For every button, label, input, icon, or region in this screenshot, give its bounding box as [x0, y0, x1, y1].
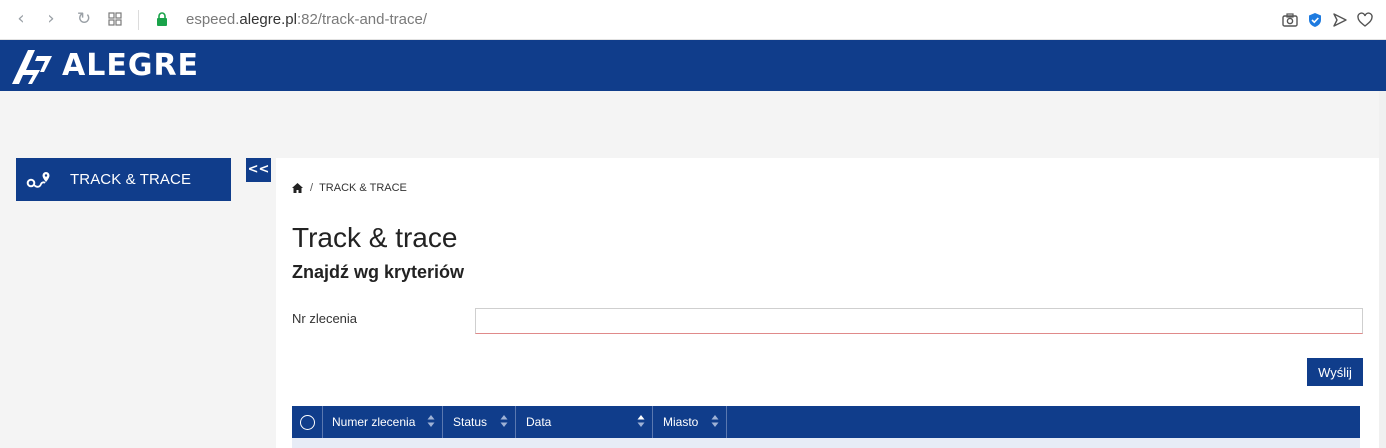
- url-prefix: espeed.: [186, 11, 240, 28]
- sort-icon: [711, 415, 719, 427]
- page-scrollbar[interactable]: [1379, 91, 1386, 448]
- forward-icon[interactable]: ›: [40, 8, 62, 30]
- home-icon[interactable]: [292, 183, 303, 193]
- address-bar[interactable]: espeed.alegre.pl:82/track-and-trace/: [186, 11, 427, 28]
- app-header: ALEGRE: [0, 40, 1386, 91]
- url-domain: alegre.pl: [239, 11, 297, 28]
- select-all-radio[interactable]: [299, 414, 315, 430]
- reload-icon[interactable]: ↻: [73, 8, 95, 30]
- route-icon: [26, 171, 50, 188]
- sidebar-item-track-and-trace[interactable]: TRACK & TRACE: [16, 158, 231, 201]
- send-icon[interactable]: [1330, 10, 1350, 30]
- breadcrumb-current: TRACK & TRACE: [319, 182, 407, 194]
- submit-button[interactable]: Wyślij: [1307, 358, 1363, 386]
- sort-icon: [427, 415, 435, 427]
- breadcrumb: / TRACK & TRACE: [292, 182, 407, 194]
- lock-icon[interactable]: [156, 12, 168, 27]
- breadcrumb-separator: /: [310, 182, 314, 194]
- logo-text: ALEGRE: [62, 48, 200, 83]
- back-icon[interactable]: ‹: [10, 8, 32, 30]
- main-panel: / TRACK & TRACE Track & trace Znajdź wg …: [276, 158, 1379, 448]
- alegre-logo[interactable]: ALEGRE: [10, 46, 199, 86]
- column-header-order-number[interactable]: Numer zlecenia: [323, 406, 443, 438]
- order-number-input[interactable]: [475, 308, 1363, 334]
- select-all-column[interactable]: [292, 406, 323, 438]
- sort-icon: [500, 415, 508, 427]
- results-table-header: Numer zlecenia Status Data Miasto: [292, 406, 1360, 438]
- column-header-status[interactable]: Status: [443, 406, 516, 438]
- logo-mark-icon: [12, 50, 52, 84]
- column-header-label: Numer zlecenia: [332, 415, 416, 429]
- page-subtitle: Znajdź wg kryteriów: [292, 262, 465, 282]
- column-header-date[interactable]: Data: [516, 406, 653, 438]
- page-title: Track & trace: [292, 222, 458, 253]
- speed-dial-icon[interactable]: [108, 12, 122, 26]
- sort-ascending-icon: [637, 415, 645, 427]
- browser-toolbar: ‹ › ↻ espeed.alegre.pl:82/track-and-trac…: [0, 0, 1386, 40]
- collapse-sidebar-button[interactable]: <<: [246, 158, 271, 182]
- camera-icon[interactable]: [1280, 10, 1300, 30]
- sidebar-item-label: TRACK & TRACE: [70, 171, 192, 188]
- column-header-city[interactable]: Miasto: [653, 406, 727, 438]
- url-suffix: :82/track-and-trace/: [296, 11, 427, 28]
- order-number-label: Nr zlecenia: [292, 311, 358, 326]
- column-header-label: Status: [453, 415, 488, 429]
- column-header-label: Data: [526, 415, 552, 429]
- toolbar-divider: [138, 10, 139, 30]
- heart-icon[interactable]: [1355, 10, 1375, 30]
- results-table-body: [292, 438, 1360, 448]
- column-header-label: Miasto: [663, 415, 699, 429]
- shield-icon[interactable]: [1305, 10, 1325, 30]
